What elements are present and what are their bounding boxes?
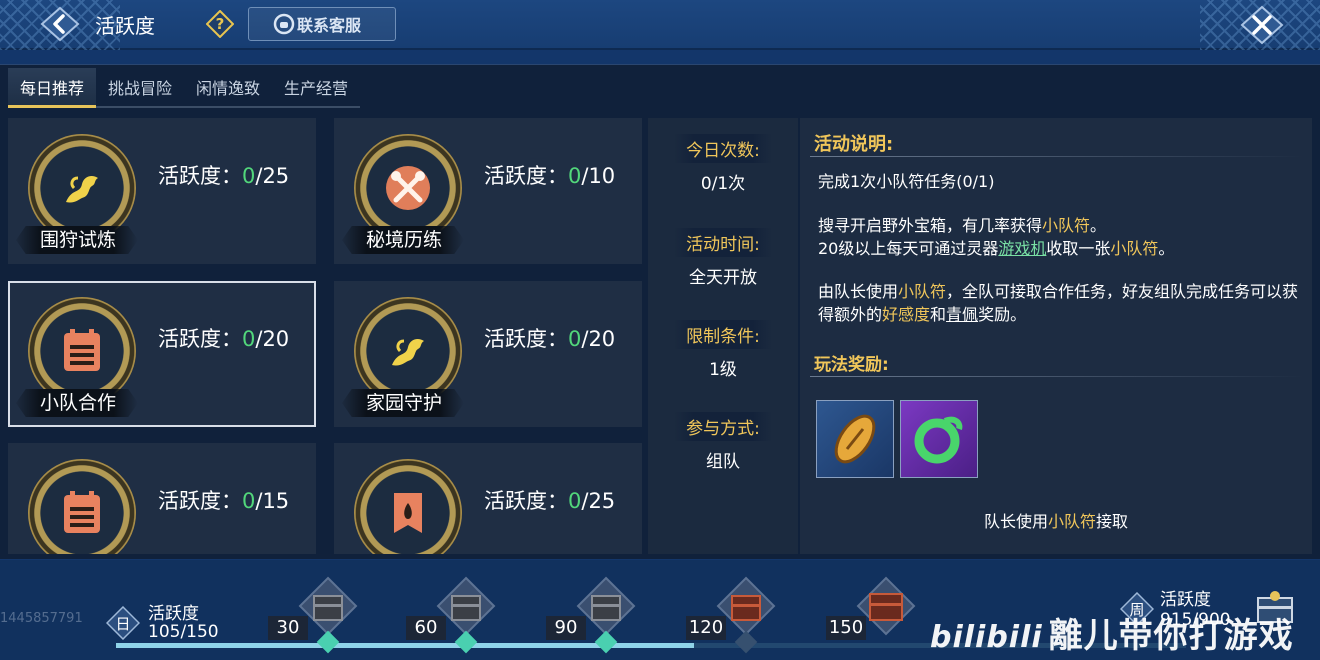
activity-icon-ring <box>354 134 462 242</box>
activity-icon-ring <box>28 459 136 554</box>
description-paragraph-2: 由队长使用小队符，全队可接取合作任务，好友组队完成任务可以获得额外的好感度和青佩… <box>818 282 1299 324</box>
activity-info-column: 今日次数: 0/1次 活动时间: 全天开放 限制条件: 1级 参与方式: 组队 <box>648 118 798 554</box>
divider <box>810 156 1304 157</box>
activity-name: 秘境历练 <box>342 226 465 254</box>
activity-card[interactable]: 活跃度：0/15 <box>8 443 316 554</box>
customer-service-button[interactable]: 联系客服 <box>248 7 396 41</box>
reward-note: 队长使用小队符接取 <box>983 512 1129 531</box>
activity-card[interactable]: 活跃度：0/25 <box>334 443 642 554</box>
activity-card[interactable]: 活跃度：0/20 家园守护 <box>334 281 642 427</box>
creature-icon <box>392 339 424 366</box>
tab-challenge[interactable]: 挑战冒险 <box>96 68 184 108</box>
description-title: 活动说明: <box>814 134 894 155</box>
divider <box>810 376 1304 377</box>
svg-text:?: ? <box>216 15 225 33</box>
description-paragraph-1: 搜寻开启野外宝箱，有几率获得小队符。 20级以上每天可通过灵器游戏机收取一张小队… <box>818 216 1175 258</box>
jade-pendant-icon <box>914 416 963 464</box>
headset-icon <box>273 13 295 35</box>
activity-points: 活跃度：0/25 <box>158 164 290 188</box>
milestone-chest[interactable]: 30 <box>268 574 358 660</box>
bilibili-logo: bilibili <box>930 620 1043 655</box>
crossed-tools-icon <box>386 166 430 210</box>
milestone-chest[interactable]: 150 <box>826 574 916 660</box>
activity-card[interactable]: 活跃度：0/25 围狩试炼 <box>8 118 316 264</box>
qingpei-link[interactable]: 青佩 <box>946 305 978 324</box>
activity-icon-ring <box>354 459 462 554</box>
activity-points: 活跃度：0/20 <box>158 327 290 351</box>
tab-production[interactable]: 生产经营 <box>272 68 360 108</box>
activity-icon-ring <box>28 297 136 405</box>
daily-badge-icon: 日 <box>106 606 140 640</box>
calendar-icon <box>64 329 100 371</box>
daily-activity-label: 活跃度 105/150 <box>148 604 219 642</box>
activity-points: 活跃度：0/25 <box>484 489 616 513</box>
video-watermark: bilibili 離儿带你打游戏 <box>930 616 1294 656</box>
milestone-chest[interactable]: 120 <box>686 574 776 660</box>
info-restriction: 限制条件: 1级 <box>648 320 798 380</box>
reward-item-gold[interactable] <box>816 400 894 478</box>
creature-icon <box>66 176 98 203</box>
info-participation: 参与方式: 组队 <box>648 412 798 472</box>
reward-item-jade[interactable] <box>900 400 978 478</box>
tab-daily-recommend[interactable]: 每日推荐 <box>8 68 96 108</box>
tab-leisure[interactable]: 闲情逸致 <box>184 68 272 108</box>
activity-points: 活跃度：0/20 <box>484 327 616 351</box>
daily-badge-text: 日 <box>115 615 130 633</box>
milestone-chest[interactable]: 60 <box>406 574 496 660</box>
reward-title: 玩法奖励: <box>814 355 889 375</box>
activity-card[interactable]: 活跃度：0/10 秘境历练 <box>334 118 642 264</box>
activity-name: 小队合作 <box>16 389 139 417</box>
activity-icon-ring <box>354 297 462 405</box>
activity-name: 家园守护 <box>342 389 465 417</box>
activity-card-selected[interactable]: 活跃度：0/20 小队合作 <box>8 281 316 427</box>
activity-icon-ring <box>28 134 136 242</box>
activity-points: 活跃度：0/15 <box>158 489 290 513</box>
activity-name: 围狩试炼 <box>16 226 139 254</box>
game-machine-link[interactable]: 游戏机 <box>998 239 1046 258</box>
info-today-count: 今日次数: 0/1次 <box>648 134 798 194</box>
help-icon[interactable]: ? <box>206 10 234 38</box>
back-button[interactable] <box>40 6 80 42</box>
info-activity-time: 活动时间: 全天开放 <box>648 228 798 288</box>
activity-description-panel: 活动说明: 完成1次小队符任务(0/1) 搜寻开启野外宝箱，有几率获得小队符。 … <box>800 118 1312 554</box>
user-id-watermark: 1445857791 <box>0 611 83 626</box>
category-tabs: 每日推荐 挑战冒险 闲情逸致 生产经营 <box>8 68 360 108</box>
customer-service-label: 联系客服 <box>297 16 362 35</box>
milestone-chest[interactable]: 90 <box>546 574 636 660</box>
gold-token-icon <box>834 414 876 464</box>
activity-points: 活跃度：0/10 <box>484 164 616 188</box>
calendar-icon <box>64 491 100 533</box>
page-title: 活跃度 <box>95 14 155 38</box>
task-progress: 完成1次小队符任务(0/1) <box>818 172 995 191</box>
top-bar: 活跃度 ? 联系客服 <box>0 0 1320 50</box>
close-button[interactable] <box>1240 5 1284 45</box>
banner-icon <box>394 493 422 533</box>
